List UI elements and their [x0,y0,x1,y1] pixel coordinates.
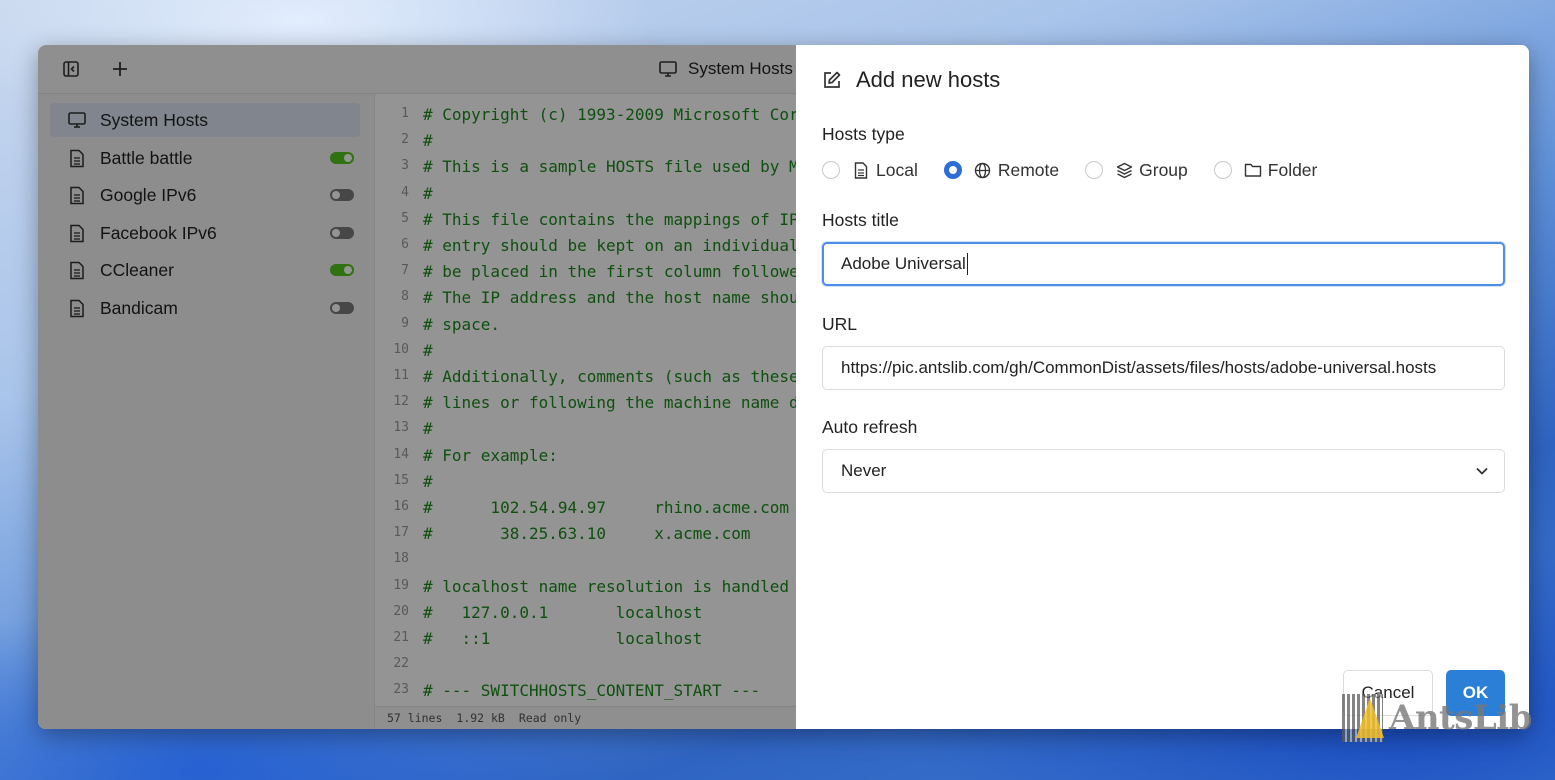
layers-icon [1115,161,1133,179]
url-value: https://pic.antslib.com/gh/CommonDist/as… [841,358,1437,377]
hosts-title-label: Hosts title [822,210,899,230]
radio-label-folder: Folder [1267,159,1318,180]
hosts-type-remote-option[interactable]: Remote [943,159,1060,181]
radio-label-local: Local [876,159,918,180]
auto-refresh-value: Never [841,461,887,480]
radio-label-remote: Remote [997,159,1060,180]
auto-refresh-label: Auto refresh [822,417,918,437]
url-label: URL [822,314,858,334]
app-window: System Hosts System Hosts Battle battle … [38,45,1529,729]
dialog-title: Add new hosts [822,67,1000,93]
hosts-type-folder-option[interactable]: Folder [1213,159,1318,181]
radio-group[interactable] [1085,161,1104,179]
hosts-title-value: Adobe Universal [841,254,966,273]
chevron-down-icon [1476,468,1488,475]
hosts-type-group-option[interactable]: Group [1085,160,1188,181]
antslib-logo-icon [1342,694,1384,742]
text-caret [966,253,968,275]
hosts-type-local-option[interactable]: Local [822,160,918,181]
url-input[interactable]: https://pic.antslib.com/gh/CommonDist/as… [822,346,1505,390]
add-hosts-dialog: Add new hosts Hosts type Local Remote Gr… [796,45,1529,729]
radio-local[interactable] [822,161,840,179]
antslib-watermark: AntsLib [1342,693,1533,743]
globe-icon [974,161,992,179]
radio-folder[interactable] [1213,161,1232,179]
hosts-title-input[interactable]: Adobe Universal [822,242,1505,286]
modal-backdrop[interactable] [38,45,796,729]
file-icon [852,161,870,179]
radio-label-group: Group [1139,159,1188,180]
radio-remote[interactable] [943,161,962,179]
dialog-title-text: Add new hosts [856,67,1001,92]
hosts-type-radio-group: Local Remote Group Folder [822,158,1343,182]
edit-icon [824,71,841,88]
watermark-text: AntsLib [1388,698,1533,738]
folder-icon [1244,161,1262,179]
hosts-type-label: Hosts type [822,124,905,144]
auto-refresh-select[interactable]: Never [822,449,1505,493]
